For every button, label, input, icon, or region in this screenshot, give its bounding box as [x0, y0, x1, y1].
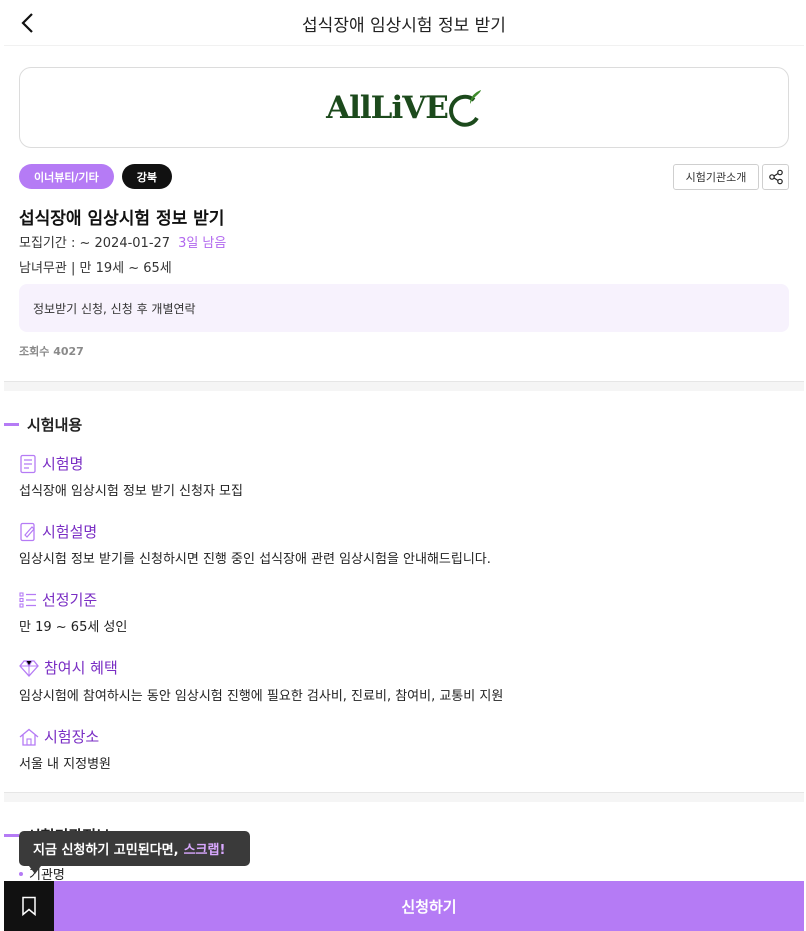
item-participation-benefit: 참여시 혜택 — [19, 657, 118, 678]
item-text: 섭식장애 임상시험 정보 받기 신청자 모집 — [19, 484, 243, 499]
section-marker — [4, 423, 19, 426]
section-divider — [4, 381, 804, 391]
item-text: 만 19 ~ 65세 성인 — [19, 620, 128, 635]
bottom-action-bar: 신청하기 — [4, 881, 804, 931]
scrap-button[interactable] — [4, 881, 54, 931]
institution-intro-button[interactable]: 시험기관소개 — [673, 164, 759, 190]
tooltip-text: 지금 신청하기 고민된다면, — [33, 843, 179, 858]
item-text: 서울 내 지정병원 — [19, 757, 111, 772]
item-selection-criteria: 선정기준 — [19, 589, 97, 610]
item-label: 시험명 — [42, 455, 84, 473]
share-icon — [768, 169, 783, 185]
scrap-tooltip: 지금 신청하기 고민된다면, 스크랩! — [19, 831, 250, 866]
alllive-logo: AllLiVE — [326, 88, 482, 128]
edit-document-icon — [20, 522, 35, 541]
trial-detail-page: 섭식장애 임상시험 정보 받기 AllLiVE 이너뷰티/기타 강북 시험기관소… — [4, 0, 804, 931]
tooltip-accent: 스크랩! — [183, 843, 226, 858]
period-text: 모집기간 : ~ 2024-01-27 — [19, 236, 171, 251]
section-divider — [4, 792, 804, 802]
category-tag: 이너뷰티/기타 — [19, 164, 114, 189]
tooltip-arrow — [29, 866, 41, 874]
item-text: 임상시험 정보 받기를 신청하시면 진행 중인 섭식장애 관련 임상시험을 안내… — [19, 552, 491, 567]
recruit-period: 모집기간 : ~ 2024-01-27 3일 남음 — [19, 232, 226, 251]
institution-logo-banner: AllLiVE — [19, 67, 789, 148]
apply-button[interactable]: 신청하기 — [54, 881, 804, 931]
logo-text: AllLiVE — [326, 89, 449, 126]
top-header: 섭식장애 임상시험 정보 받기 — [4, 0, 804, 46]
home-icon — [19, 728, 39, 746]
section-marker — [4, 834, 19, 837]
document-icon — [20, 454, 36, 473]
section-title: 시험내용 — [27, 416, 83, 434]
item-trial-name: 시험명 — [19, 453, 83, 474]
item-label: 시험장소 — [44, 728, 100, 746]
bookmark-icon — [22, 896, 36, 916]
item-text: 임상시험에 참여하시는 동안 임상시험 진행에 필요한 검사비, 진료비, 참여… — [19, 689, 504, 704]
diamond-icon — [19, 659, 39, 677]
view-count: 조회수 4027 — [19, 345, 84, 358]
region-tag: 강북 — [121, 164, 172, 189]
item-label: 참여시 혜택 — [44, 659, 118, 677]
item-trial-location: 시험장소 — [19, 726, 99, 747]
logo-leaf-icon — [448, 89, 481, 127]
d-day-badge: 3일 남음 — [178, 236, 227, 251]
item-label: 선정기준 — [42, 591, 98, 609]
share-button[interactable] — [762, 164, 789, 190]
trial-title: 섭식장애 임상시험 정보 받기 — [19, 209, 225, 229]
item-label: 시험설명 — [42, 523, 98, 541]
notice-box: 정보받기 신청, 신청 후 개별연락 — [19, 284, 789, 332]
tag-list: 이너뷰티/기타 강북 — [19, 164, 172, 189]
page-title: 섭식장애 임상시험 정보 받기 — [302, 16, 506, 36]
list-icon — [19, 591, 36, 608]
item-trial-description: 시험설명 — [19, 521, 97, 542]
eligibility-summary: 남녀무관 | 만 19세 ~ 65세 — [19, 261, 172, 276]
bullet-dot — [19, 871, 23, 876]
